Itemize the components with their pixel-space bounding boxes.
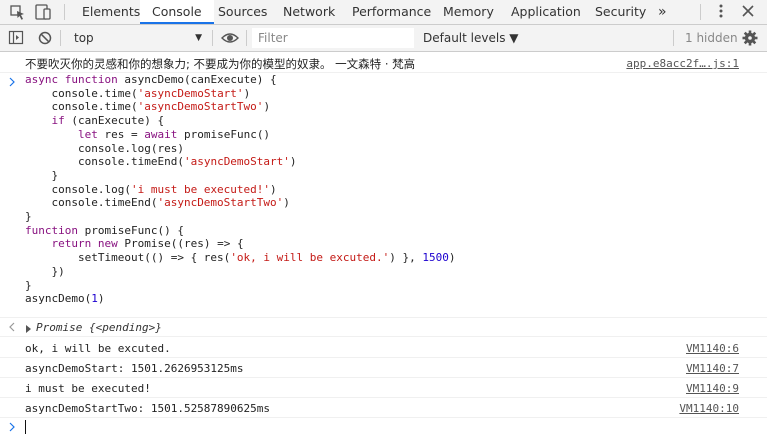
toolbar-divider — [60, 30, 61, 46]
code-line: }) — [25, 264, 65, 278]
console-message-row: 不要吹灭你的灵感和你的想象力; 不要成为你的模型的奴隶。 一文森特 · 梵高 a… — [0, 53, 767, 73]
console-message-text: 不要吹灭你的灵感和你的想象力; 不要成为你的模型的奴隶。 一文森特 · 梵高 — [25, 57, 416, 71]
device-toolbar-icon[interactable] — [33, 3, 53, 21]
code-line: console.timeEnd('asyncDemoStart') — [25, 155, 297, 169]
code-line: } — [25, 278, 32, 292]
code-line: async function asyncDemo(canExecute) { — [25, 73, 277, 86]
log-text: asyncDemoStartTwo: 1501.52587890625ms — [25, 402, 271, 415]
log-row: ok, i will be excuted. VM1140:6 — [0, 338, 767, 358]
code-line: console.time('asyncDemoStart') — [25, 86, 251, 100]
code-line: console.log('i must be executed!') — [25, 182, 277, 196]
input-prompt-icon — [8, 77, 16, 90]
code-line: asyncDemo(1) — [25, 292, 105, 306]
toolbar-divider — [673, 30, 674, 46]
more-tabs-icon[interactable]: » — [658, 0, 667, 24]
log-text: asyncDemoStart: 1501.2626953125ms — [25, 362, 244, 375]
log-row: asyncDemoStart: 1501.2626953125ms VM1140… — [0, 358, 767, 378]
code-line: } — [25, 168, 59, 182]
sidebar-toggle-icon[interactable] — [8, 29, 24, 47]
source-link[interactable]: VM1140:9 — [686, 382, 739, 395]
tab-performance[interactable]: Performance — [352, 0, 431, 24]
code-line: console.timeEnd('asyncDemoStartTwo') — [25, 196, 290, 210]
code-line: function promiseFunc() { — [25, 223, 184, 237]
result-row: Promise {<pending>} — [0, 317, 767, 337]
tab-elements[interactable]: Elements — [82, 0, 140, 24]
context-value: top — [74, 31, 94, 45]
source-link[interactable]: app.e8acc2f….js:1 — [626, 57, 739, 70]
tab-sources[interactable]: Sources — [218, 0, 267, 24]
console-output: 不要吹灭你的灵感和你的想象力; 不要成为你的模型的奴隶。 一文森特 · 梵高 a… — [0, 53, 767, 443]
clear-console-icon[interactable] — [37, 29, 53, 47]
code-line: console.log(res) — [25, 141, 184, 155]
code-line: setTimeout(() => { res('ok, i will be ex… — [25, 251, 456, 265]
code-line: } — [25, 210, 32, 224]
console-input-caret[interactable] — [25, 420, 26, 434]
log-row: asyncDemoStartTwo: 1501.52587890625ms VM… — [0, 398, 767, 418]
toolbar-divider — [700, 4, 701, 20]
devtools-tab-bar: Elements Console Sources Network Perform… — [0, 0, 767, 25]
code-input-block: async function asyncDemo(canExecute) { c… — [25, 73, 456, 306]
source-link[interactable]: VM1140:6 — [686, 342, 739, 355]
expand-caret-icon[interactable] — [26, 323, 31, 336]
code-line: console.time('asyncDemoStartTwo') — [25, 100, 271, 114]
code-line: let res = await promiseFunc() — [77, 127, 271, 141]
hidden-messages-count: 1 hidden — [685, 31, 738, 45]
dropdown-arrow-icon: ▼ — [195, 33, 202, 43]
context-selector[interactable]: top ▼ — [66, 28, 206, 48]
tab-security[interactable]: Security — [595, 0, 646, 24]
log-row: i must be executed! VM1140:9 — [0, 378, 767, 398]
promise-result[interactable]: Promise {<pending>} — [36, 321, 162, 334]
eye-icon[interactable] — [220, 29, 240, 47]
source-link[interactable]: VM1140:7 — [686, 362, 739, 375]
toolbar-divider — [64, 4, 65, 20]
log-text: ok, i will be excuted. — [25, 342, 171, 355]
log-text: i must be executed! — [25, 382, 151, 395]
code-line: return new Promise((res) => { — [51, 237, 244, 251]
input-prompt-icon — [8, 422, 16, 435]
tab-console[interactable]: Console — [140, 0, 214, 24]
toolbar-divider — [212, 30, 213, 46]
log-levels-dropdown[interactable]: Default levels ▼ — [423, 25, 519, 51]
filter-input[interactable] — [252, 28, 414, 48]
close-icon[interactable] — [740, 0, 756, 24]
kebab-menu-icon[interactable] — [717, 0, 725, 24]
source-link[interactable]: VM1140:10 — [679, 402, 739, 415]
tab-application[interactable]: Application — [511, 0, 581, 24]
toolbar-divider — [246, 30, 247, 46]
console-toolbar: top ▼ Default levels ▼ 1 hidden — [0, 25, 767, 52]
gear-icon[interactable] — [741, 29, 759, 47]
tab-memory[interactable]: Memory — [443, 0, 494, 24]
inspect-element-icon[interactable] — [8, 3, 28, 21]
tab-network[interactable]: Network — [283, 0, 335, 24]
result-arrow-icon — [8, 322, 16, 335]
code-line: if (canExecute) { — [51, 114, 165, 128]
